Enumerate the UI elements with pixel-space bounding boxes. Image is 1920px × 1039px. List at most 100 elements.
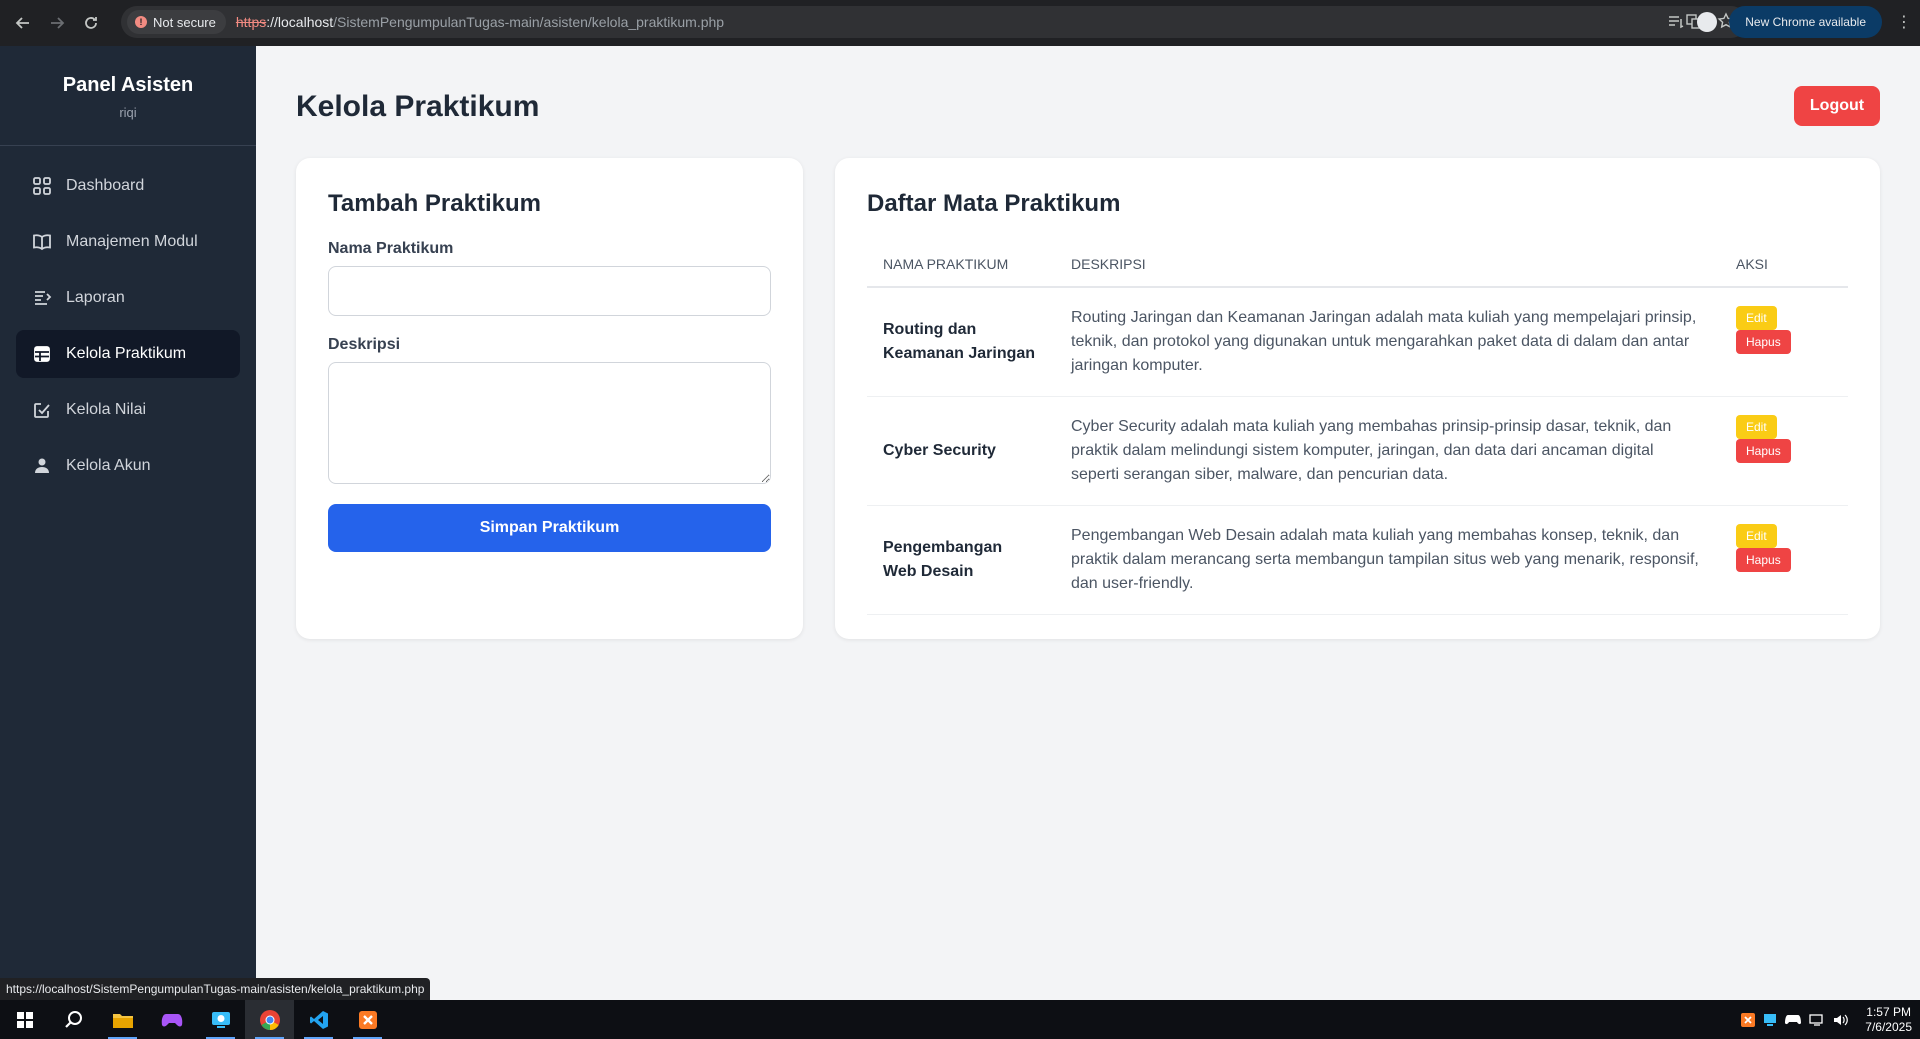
table-icon	[34, 346, 50, 362]
table-header-row: Nama Praktikum Deskripsi Aksi	[867, 242, 1848, 288]
table-row: Pengembangan Web Desain Pengembangan Web…	[867, 505, 1848, 615]
praktikum-name: Pengembangan Web Desain	[867, 505, 1055, 615]
name-input[interactable]	[328, 266, 771, 316]
sidebar-item-kelola-akun[interactable]: Kelola Akun	[16, 442, 240, 490]
praktikum-description: Routing Jaringan dan Keamanan Jaringan a…	[1055, 287, 1720, 397]
new-chrome-button[interactable]: New Chrome available	[1729, 6, 1882, 38]
sidebar-item-label: Manajemen Modul	[66, 233, 198, 250]
table-row: Cyber Security Cyber Security adalah mat…	[867, 396, 1848, 506]
description-textarea[interactable]	[328, 362, 771, 484]
sidebar-item-manajemen-modul[interactable]: Manajemen Modul	[16, 218, 240, 266]
action-cell: EditHapus	[1720, 505, 1848, 615]
xampp-tray-icon[interactable]	[1741, 1012, 1756, 1027]
start-button[interactable]	[0, 1000, 49, 1039]
security-label: Not secure	[153, 14, 216, 30]
sidebar-item-label: Kelola Nilai	[66, 401, 147, 418]
add-praktikum-card: Tambah Praktikum Nama Praktikum Deskrips…	[296, 158, 803, 639]
praktikum-list-card: Daftar Mata Praktikum Nama Praktikum Des…	[835, 158, 1880, 639]
praktikum-name: Routing dan Keamanan Jaringan	[867, 287, 1055, 397]
sidebar-item-label: Kelola Akun	[66, 457, 151, 474]
edit-button[interactable]: Edit	[1736, 415, 1777, 439]
clock-time: 1:57 PM	[1866, 1004, 1911, 1019]
edit-button[interactable]: Edit	[1736, 306, 1777, 330]
monitor-app-icon	[211, 1011, 230, 1028]
table-row: Routing dan Keamanan Jaringan Routing Ja…	[867, 287, 1848, 397]
praktikum-description: Pengembangan Web Desain adalah mata kuli…	[1055, 505, 1720, 615]
sidebar-item-dashboard[interactable]: Dashboard	[16, 162, 240, 210]
system-tray: 1:57 PM 7/6/2025	[1741, 1000, 1912, 1039]
praktikum-name: Cyber Security	[867, 396, 1055, 506]
taskbar-xampp[interactable]	[343, 1000, 392, 1039]
page-title: Kelola Praktikum	[296, 90, 540, 123]
back-button[interactable]	[6, 6, 40, 40]
delete-button[interactable]: Hapus	[1736, 548, 1791, 572]
reading-list-icon[interactable]	[1667, 13, 1685, 31]
praktikum-table: Nama Praktikum Deskripsi Aksi Routing da…	[867, 242, 1848, 615]
column-header-aksi: Aksi	[1720, 242, 1848, 288]
taskbar: 1:57 PM 7/6/2025	[0, 1000, 1920, 1039]
search-icon	[64, 1010, 82, 1028]
taskbar-vscode[interactable]	[294, 1000, 343, 1039]
profile-avatar[interactable]	[1697, 12, 1718, 32]
main-content: Kelola Praktikum Logout Tambah Praktikum…	[256, 46, 1920, 1000]
sidebar: Panel Asisten riqi Dashboard Manajemen M…	[0, 46, 256, 1000]
sidebar-item-label: Laporan	[66, 289, 125, 306]
logout-button[interactable]: Logout	[1794, 86, 1880, 126]
menu-kebab-icon[interactable]: ⋮	[1894, 12, 1914, 32]
description-label: Deskripsi	[328, 336, 401, 353]
volume-icon[interactable]	[1833, 1013, 1849, 1027]
delete-button[interactable]: Hapus	[1736, 439, 1791, 463]
taskbar-chrome[interactable]	[245, 1000, 294, 1039]
reload-icon	[85, 17, 97, 29]
sidebar-item-laporan[interactable]: Laporan	[16, 274, 240, 322]
save-praktikum-button[interactable]: Simpan Praktikum	[328, 504, 771, 552]
list-title: Daftar Mata Praktikum	[867, 190, 1121, 217]
gamepad-icon	[161, 1013, 182, 1026]
sidebar-username: riqi	[119, 105, 137, 120]
action-cell: EditHapus	[1720, 287, 1848, 397]
column-header-deskripsi: Deskripsi	[1055, 242, 1720, 288]
security-chip[interactable]: ! Not secure	[127, 10, 226, 34]
sidebar-item-label: Kelola Praktikum	[66, 345, 187, 362]
forward-button[interactable]	[40, 6, 74, 40]
warning-icon: !	[135, 16, 147, 28]
sidebar-title: Panel Asisten	[62, 74, 194, 96]
edit-button[interactable]: Edit	[1736, 524, 1777, 548]
network-icon[interactable]	[1809, 1013, 1825, 1027]
arrow-left-icon	[15, 17, 29, 29]
browser-toolbar: ! Not secure https://localhost/SistemPen…	[0, 0, 1920, 46]
xampp-icon	[358, 1010, 377, 1029]
book-icon	[33, 234, 51, 251]
address-bar[interactable]: ! Not secure https://localhost/SistemPen…	[121, 6, 1747, 38]
taskbar-file-explorer[interactable]	[98, 1000, 147, 1039]
sidebar-brand: Panel Asisten riqi	[0, 46, 256, 146]
grid-icon	[33, 177, 51, 195]
praktikum-description: Cyber Security adalah mata kuliah yang m…	[1055, 396, 1720, 506]
delete-button[interactable]: Hapus	[1736, 330, 1791, 354]
vscode-icon	[309, 1010, 328, 1029]
taskbar-app[interactable]	[196, 1000, 245, 1039]
reload-button[interactable]	[74, 6, 108, 40]
url-scheme: https	[235, 14, 267, 30]
sidebar-item-kelola-nilai[interactable]: Kelola Nilai	[16, 386, 240, 434]
monitor-tray-icon[interactable]	[1763, 1013, 1777, 1027]
folder-icon	[112, 1013, 133, 1028]
arrow-right-icon	[51, 17, 65, 29]
sidebar-item-kelola-praktikum[interactable]: Kelola Praktikum	[16, 330, 240, 378]
url-text[interactable]: https://localhost/SistemPengumpulanTugas…	[236, 14, 724, 30]
clock-date: 7/6/2025	[1865, 1019, 1912, 1034]
form-title: Tambah Praktikum	[328, 190, 541, 217]
sidebar-menu: Dashboard Manajemen Modul Laporan Kelola…	[0, 146, 256, 514]
clock[interactable]: 1:57 PM 7/6/2025	[1865, 1005, 1912, 1035]
action-cell: EditHapus	[1720, 396, 1848, 506]
taskbar-game-bar[interactable]	[147, 1000, 196, 1039]
edit-square-icon	[34, 403, 50, 418]
url-host: ://localhost	[266, 14, 334, 30]
name-label: Nama Praktikum	[328, 240, 454, 257]
url-path: /SistemPengumpulanTugas-main/asisten/kel…	[333, 14, 725, 30]
column-header-nama: Nama Praktikum	[867, 242, 1055, 288]
user-icon	[35, 458, 49, 473]
list-icon	[35, 291, 52, 305]
gamepad-tray-icon[interactable]	[1785, 1014, 1802, 1026]
search-button[interactable]	[49, 1000, 98, 1039]
